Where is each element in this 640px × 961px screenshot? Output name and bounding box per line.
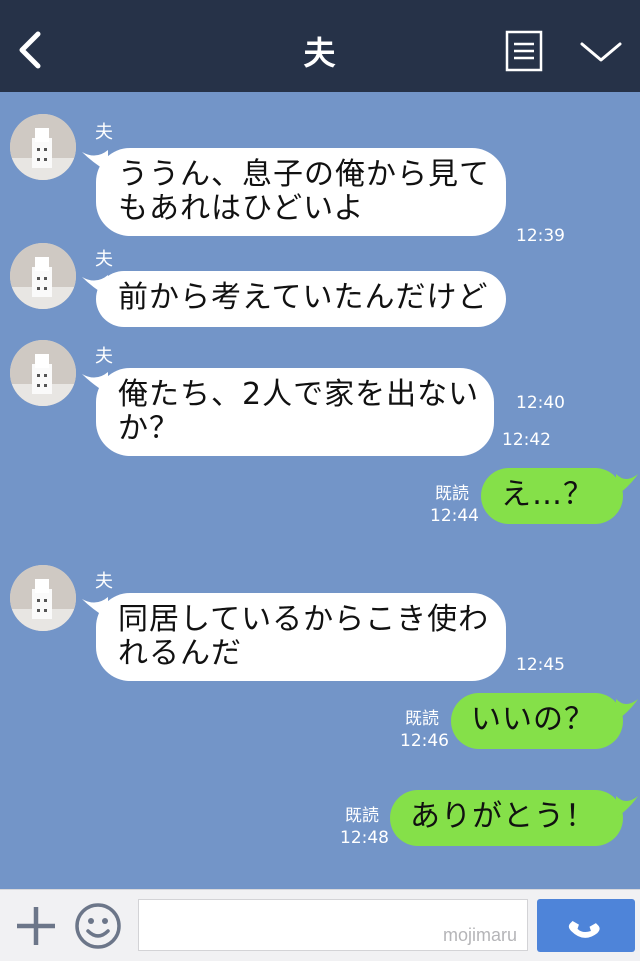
plus-icon [17,907,55,945]
collapse-button[interactable] [578,36,624,66]
bubble-tail [616,796,638,818]
message-bubble[interactable]: ううん、息子の俺から見て もあれはひどいよ [96,148,506,236]
message-text-line: 同居しているからこき使わ [118,602,490,637]
emoji-button[interactable] [74,902,122,950]
sender-name: 夫 [95,249,113,270]
read-receipt: 既読 [405,709,439,729]
bubble-tail [616,699,638,721]
message-incoming: 夫 前から考えていたんだけど 12:40 [0,243,640,413]
message-outgoing: 既読 12:46 いいの？ [0,693,640,753]
message-text-line: ううん、息子の俺から見て [118,157,490,192]
input-bar: mojimaru [0,889,640,961]
message-text-line: 俺たち、2人で家を出ない [118,377,480,412]
add-button[interactable] [14,904,58,948]
chat-header: 夫 [0,0,640,92]
message-text: いいの？ [471,702,595,737]
message-text: え…？ [501,477,594,512]
message-text-line: もあれはひどいよ [118,191,365,226]
message-incoming: 夫 ううん、息子の俺から見て もあれはひどいよ 12:39 [0,114,640,246]
note-icon [505,30,543,72]
message-input[interactable]: mojimaru [138,899,528,951]
chat-area[interactable]: 夫 ううん、息子の俺から見て もあれはひどいよ 12:39 夫 前から考えていた… [0,92,640,889]
smile-icon [75,903,121,949]
message-outgoing: 既読 12:44 え…？ [0,468,640,528]
message-bubble[interactable]: え…？ [481,468,623,524]
avatar[interactable] [10,565,76,631]
menu-button[interactable] [505,30,543,72]
chevron-down-icon [580,42,622,62]
avatar[interactable] [10,114,76,180]
avatar[interactable] [10,340,76,406]
bubble-tail [616,474,638,496]
chat-title: 夫 [303,34,337,72]
message-time: 12:45 [516,655,565,675]
message-bubble[interactable]: ありがとう！ [390,790,623,846]
message-outgoing: 既読 12:48 ありがとう！ [0,790,640,850]
message-incoming: 夫 俺たち、2人で家を出ない か？ 12:42 [0,340,640,465]
read-receipt: 既読 [345,806,379,826]
message-incoming: 夫 同居しているからこき使わ れるんだ 12:45 [0,565,640,690]
message-bubble[interactable]: 同居しているからこき使わ れるんだ [96,593,506,681]
sender-name: 夫 [95,346,113,367]
avatar[interactable] [10,243,76,309]
call-button[interactable] [537,899,635,952]
sender-name: 夫 [95,571,113,592]
sender-name: 夫 [95,122,113,143]
message-time: 12:48 [340,828,389,848]
read-receipt: 既読 [435,484,469,504]
message-text-line: か？ [118,411,180,446]
message-time: 12:44 [430,506,479,526]
message-time: 12:46 [400,731,449,751]
message-bubble[interactable]: 俺たち、2人で家を出ない か？ [96,368,494,456]
watermark-text: mojimaru [442,925,517,945]
message-bubble[interactable]: いいの？ [451,693,623,749]
message-text: ありがとう！ [410,799,596,834]
message-text-line: れるんだ [118,636,242,671]
message-text-line: 前から考えていたんだけど [118,280,489,315]
message-bubble[interactable]: 前から考えていたんだけど [96,271,506,327]
message-time: 12:42 [502,430,551,450]
phone-icon [568,921,600,938]
